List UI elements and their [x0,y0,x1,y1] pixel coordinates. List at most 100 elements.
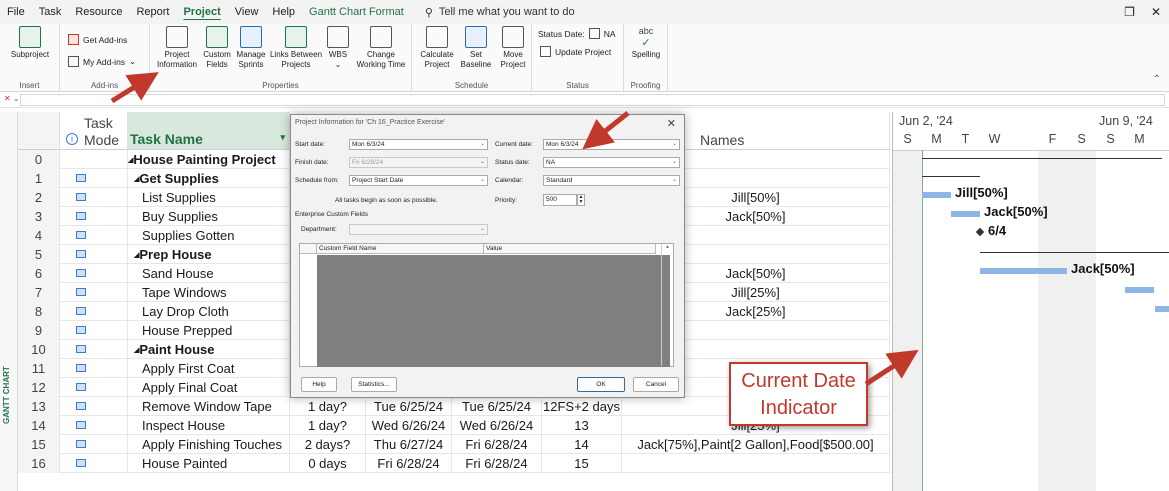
project-summary-bar[interactable] [922,158,1162,159]
task-mode-cell[interactable] [60,397,128,416]
predecessors-cell[interactable]: 15 [542,454,622,473]
task-mode-cell[interactable] [60,169,128,188]
get-addins-button[interactable]: Get Add-ins [68,34,127,45]
task-bar-buy-supplies[interactable] [951,211,980,217]
task-mode-cell[interactable] [60,359,128,378]
duration-cell[interactable]: 1 day? [290,397,366,416]
task-bar-sand-house[interactable] [980,268,1067,274]
task-mode-cell[interactable] [60,302,128,321]
task-name-cell[interactable]: Buy Supplies [128,207,290,226]
links-between-projects-button[interactable]: Links Between Projects [268,26,324,70]
task-name-cell[interactable]: House Prepped [128,321,290,340]
current-date-field[interactable]: Mon 6/3/24 ⌄ [543,139,680,150]
task-mode-cell[interactable] [60,283,128,302]
status-date-button[interactable]: Status Date: NA [538,28,616,39]
set-baseline-button[interactable]: Set Baseline [456,26,496,70]
row-id[interactable]: 2 [18,188,60,207]
finish-cell[interactable]: Fri 6/28/24 [452,435,542,454]
resource-names-cell[interactable] [622,454,890,473]
cancel-button[interactable]: Cancel [633,377,679,392]
move-project-button[interactable]: Move Project [496,26,530,70]
calendar-select[interactable]: Standard ⌄ [543,175,680,186]
task-mode-cell[interactable] [60,435,128,454]
task-bar-tape-windows[interactable] [1125,287,1154,293]
task-mode-cell[interactable] [60,207,128,226]
cancel-entry-icon[interactable]: ✕ ⌄ [4,94,20,103]
task-mode-cell[interactable] [60,264,128,283]
schedule-from-select[interactable]: Project Start Date ⌄ [349,175,488,186]
ok-button[interactable]: OK [577,377,625,392]
row-id[interactable]: 1 [18,169,60,188]
row-id[interactable]: 14 [18,416,60,435]
task-name-cell[interactable]: ◢Prep House [128,245,290,264]
row-id[interactable]: 11 [18,359,60,378]
row-id[interactable]: 13 [18,397,60,416]
chevron-down-icon[interactable]: ▾ [280,132,285,143]
tell-me-box[interactable]: ⚲ Tell me what you want to do [425,6,575,19]
task-name-cell[interactable]: List Supplies [128,188,290,207]
task-mode-cell[interactable] [60,226,128,245]
task-name-cell[interactable]: Inspect House [128,416,290,435]
task-name-cell[interactable]: Supplies Gotten [128,226,290,245]
row-id[interactable]: 12 [18,378,60,397]
task-mode-cell[interactable] [60,150,128,169]
entry-field[interactable] [20,94,1165,106]
manage-sprints-button[interactable]: Manage Sprints [234,26,268,70]
resource-names-cell[interactable]: Jack[75%],Paint[2 Gallon],Food[$500.00] [622,435,890,454]
start-cell[interactable]: Tue 6/25/24 [366,397,452,416]
duration-cell[interactable]: 1 day? [290,416,366,435]
close-icon[interactable]: ✕ [1151,5,1161,19]
row-id[interactable]: 10 [18,340,60,359]
collapse-ribbon-icon[interactable]: ⌃ [1153,74,1161,85]
status-date-field[interactable]: NA ⌄ [543,157,680,168]
summary-bar-prep-house[interactable] [980,252,1169,253]
start-cell[interactable]: Thu 6/27/24 [366,435,452,454]
task-mode-cell[interactable] [60,245,128,264]
row-id[interactable]: 8 [18,302,60,321]
task-mode-cell[interactable] [60,188,128,207]
row-id[interactable]: 0 [18,150,60,169]
calculate-project-button[interactable]: Calculate Project [418,26,456,70]
menu-file[interactable]: File [0,0,32,24]
task-name-cell[interactable]: Tape Windows [128,283,290,302]
table-row[interactable]: 16 House Painted 0 days Fri 6/28/24 Fri 6/28… [18,454,890,473]
task-bar-lay-drop-cloth[interactable] [1155,306,1169,312]
menu-project[interactable]: Project [176,0,227,24]
task-name-cell[interactable]: Lay Drop Cloth [128,302,290,321]
spelling-button[interactable]: abc ✓ Spelling [628,26,664,60]
table-scrollbar[interactable]: ▲ ▼ [661,244,673,366]
task-mode-cell[interactable] [60,340,128,359]
task-name-cell[interactable]: Sand House [128,264,290,283]
select-all-corner[interactable] [18,112,60,150]
task-mode-cell[interactable] [60,454,128,473]
column-header-custom-field-name[interactable]: Custom Field Name [317,244,484,254]
row-id[interactable]: 7 [18,283,60,302]
help-button[interactable]: Help [301,377,337,392]
task-name-cell[interactable]: Apply Finishing Touches [128,435,290,454]
priority-stepper[interactable]: ▲ ▼ [577,194,585,206]
milestone-supplies-gotten[interactable] [975,227,985,237]
start-cell[interactable]: Fri 6/28/24 [366,454,452,473]
duration-cell[interactable]: 0 days [290,454,366,473]
predecessors-cell[interactable]: 12FS+2 days [542,397,622,416]
menu-task[interactable]: Task [32,0,69,24]
row-id[interactable]: 9 [18,321,60,340]
my-addins-button[interactable]: My Add-ins ⌄ [68,56,136,67]
menu-resource[interactable]: Resource [68,0,129,24]
summary-bar-get-supplies[interactable] [922,176,980,177]
table-row[interactable]: 15 Apply Finishing Touches 2 days? Thu 6/27… [18,435,890,454]
menu-help[interactable]: Help [265,0,302,24]
column-header-value[interactable]: Value [484,244,656,254]
row-id[interactable]: 5 [18,245,60,264]
restore-icon[interactable]: ❐ [1124,5,1135,19]
custom-fields-button[interactable]: Custom Fields [200,26,234,70]
wbs-button[interactable]: WBS ⌄ [324,26,352,70]
predecessors-cell[interactable]: 14 [542,435,622,454]
menu-view[interactable]: View [228,0,266,24]
finish-cell[interactable]: Tue 6/25/24 [452,397,542,416]
menu-gantt-chart-format[interactable]: Gantt Chart Format [302,0,411,24]
subproject-button[interactable]: Subproject [8,26,52,60]
task-name-cell[interactable]: ◢House Painting Project [128,150,290,169]
row-id[interactable]: 15 [18,435,60,454]
predecessors-cell[interactable]: 13 [542,416,622,435]
